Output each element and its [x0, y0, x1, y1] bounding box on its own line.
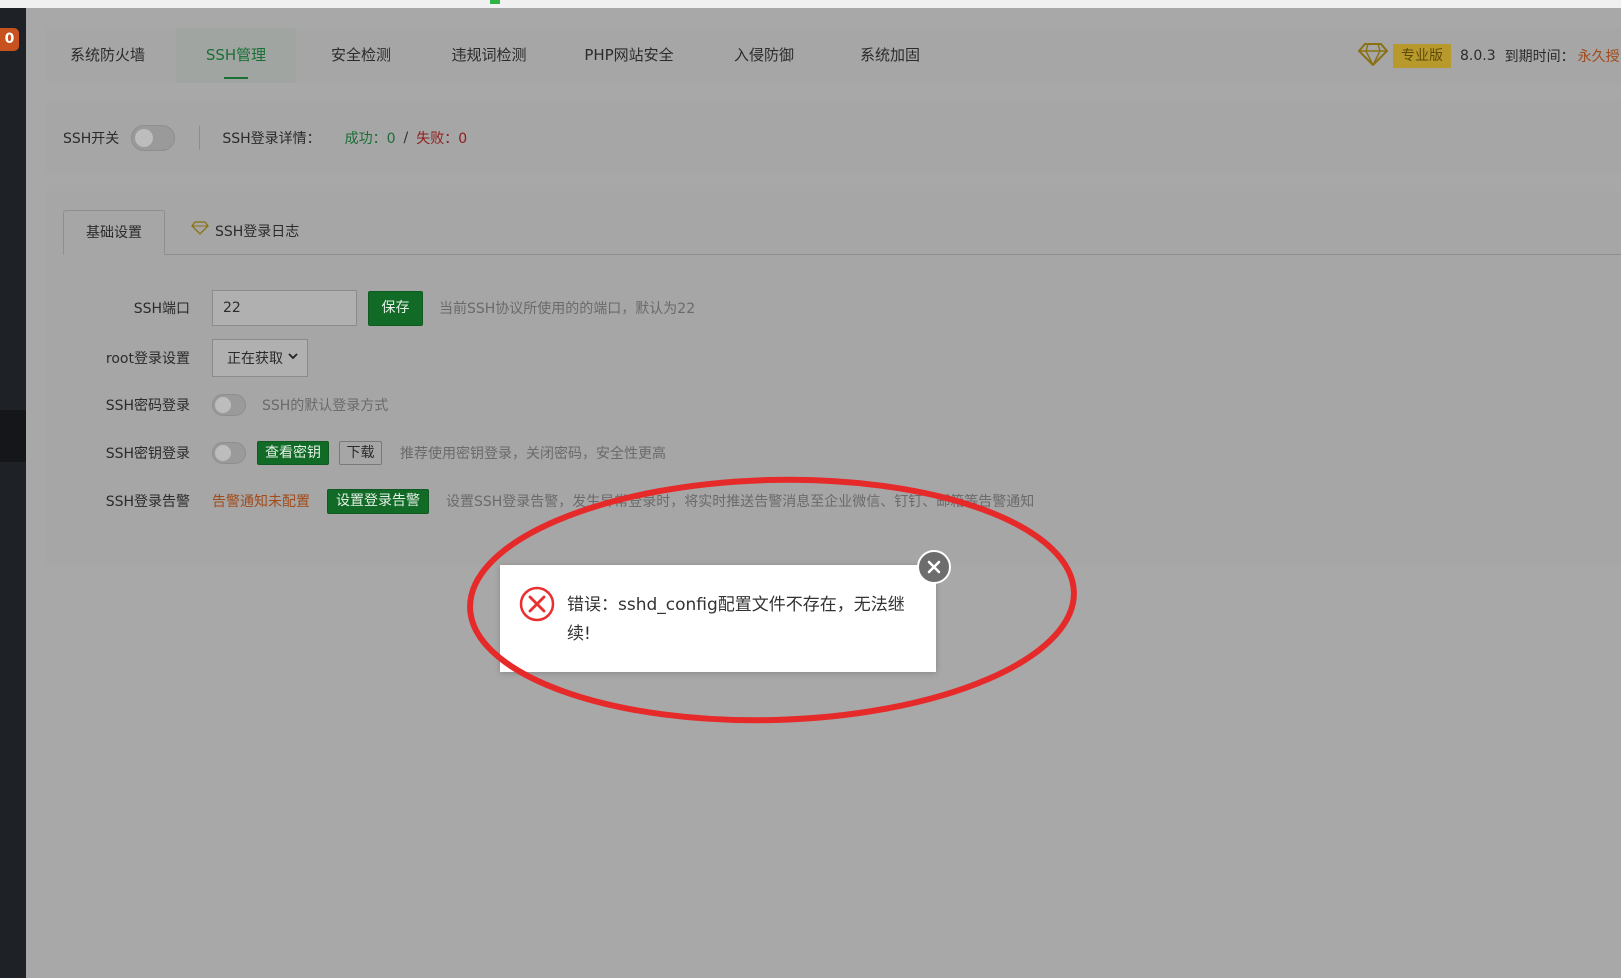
- ssh-switch-toggle[interactable]: [131, 125, 176, 151]
- download-key-button[interactable]: 下载: [339, 441, 382, 465]
- error-message-dialog: 错误：sshd_config配置文件不存在，无法继续!: [500, 565, 936, 672]
- browser-top-strip: [0, 0, 1621, 8]
- password-login-hint: SSH的默认登录方式: [262, 398, 389, 414]
- tab-system-firewall[interactable]: 系统防火墙: [46, 28, 169, 83]
- diamond-icon: [1357, 42, 1389, 70]
- key-login-hint: 推荐使用密钥登录，关闭密码，安全性更高: [400, 446, 666, 462]
- tab-php-site-security[interactable]: PHP网站安全: [566, 28, 692, 83]
- divider: [199, 126, 201, 150]
- login-success-count[interactable]: 成功：0: [345, 128, 396, 148]
- tab-intrusion-defense[interactable]: 入侵防御: [712, 28, 816, 83]
- root-login-select[interactable]: 正在获取: [212, 339, 308, 377]
- license-info: 专业版 8.0.3 到期时间： 永久授: [1357, 42, 1620, 70]
- expire-label: 到期时间：: [1504, 49, 1575, 65]
- form-row-key-login: SSH密钥登录 查看密钥 下载 推荐使用密钥登录，关闭密码，安全性更高: [46, 435, 666, 471]
- toggle-knob: [215, 445, 231, 461]
- expire-value: 永久授: [1577, 49, 1620, 65]
- tab-security-scan[interactable]: 安全检测: [314, 28, 408, 83]
- alarm-status-text[interactable]: 告警通知未配置: [212, 491, 310, 511]
- chevron-down-icon: [287, 350, 299, 366]
- login-alarm-label: SSH登录告警: [105, 494, 190, 510]
- version-number: 8.0.3: [1460, 48, 1496, 64]
- password-login-toggle[interactable]: [212, 394, 246, 416]
- error-x-icon: [518, 585, 556, 627]
- form-row-login-alarm: SSH登录告警 告警通知未配置 设置登录告警 设置SSH登录告警，发生异常登录时…: [46, 483, 1034, 519]
- error-message-text: 错误：sshd_config配置文件不存在，无法继续!: [567, 595, 905, 644]
- left-sidebar: 0: [0, 8, 26, 978]
- tab-ssh-management[interactable]: SSH管理: [176, 28, 296, 83]
- sidebar-active-item[interactable]: [0, 410, 26, 462]
- root-login-label: root登录设置: [105, 351, 190, 367]
- save-port-button[interactable]: 保存: [368, 290, 423, 326]
- ssh-port-hint: 当前SSH协议所使用的的端口，默认为22: [439, 301, 696, 317]
- ssh-login-detail-label: SSH登录详情：: [222, 131, 321, 147]
- security-nav-bar: 系统防火墙 SSH管理 安全检测 违规词检测 PHP网站安全 入侵防御 系统加固…: [46, 28, 1621, 83]
- ssh-port-input[interactable]: 22: [212, 290, 357, 326]
- form-row-password-login: SSH密码登录 SSH的默认登录方式: [46, 387, 388, 423]
- form-row-root-login: root登录设置 正在获取: [46, 339, 308, 377]
- diamond-icon: [191, 209, 209, 253]
- ssh-switch-label: SSH开关: [63, 131, 120, 147]
- login-fail-count[interactable]: 失败：0: [416, 128, 467, 148]
- ssh-settings-panel: 基础设置 SSH登录日志 SSH端口 22 保存 当前SSH协议所使用的的端口，…: [46, 191, 1621, 565]
- count-separator: /: [403, 130, 409, 146]
- ssh-port-label: SSH端口: [133, 301, 190, 317]
- key-login-toggle[interactable]: [212, 442, 246, 464]
- key-login-label: SSH密钥登录: [105, 446, 190, 462]
- dialog-close-button[interactable]: [917, 550, 951, 584]
- top-strip-mark: [490, 0, 500, 4]
- pro-edition-badge: 专业版: [1393, 44, 1451, 68]
- ssh-status-bar: SSH开关 SSH登录详情： 成功：0 / 失败：0: [46, 101, 1621, 173]
- tab-basic-settings[interactable]: 基础设置: [63, 210, 165, 255]
- tab-ssh-login-log[interactable]: SSH登录日志: [191, 210, 299, 254]
- form-row-ssh-port: SSH端口 22 保存 当前SSH协议所使用的的端口，默认为22: [46, 290, 695, 326]
- tab-violation-word-scan[interactable]: 违规词检测: [429, 28, 549, 83]
- tab-system-hardening[interactable]: 系统加固: [838, 28, 942, 83]
- settings-subtabs: 基础设置 SSH登录日志: [63, 210, 1621, 255]
- close-icon: [927, 560, 941, 574]
- root-login-value: 正在获取: [227, 351, 283, 367]
- toggle-knob: [215, 397, 231, 413]
- sidebar-badge: 0: [0, 28, 19, 51]
- password-login-label: SSH密码登录: [105, 398, 190, 414]
- set-login-alarm-button[interactable]: 设置登录告警: [327, 488, 429, 514]
- toggle-knob: [135, 129, 154, 147]
- ssh-login-log-label: SSH登录日志: [215, 224, 300, 240]
- login-alarm-hint: 设置SSH登录告警，发生异常登录时，将实时推送告警消息至企业微信、钉钉、邮箱等告…: [446, 494, 1035, 510]
- view-key-button[interactable]: 查看密钥: [257, 441, 329, 465]
